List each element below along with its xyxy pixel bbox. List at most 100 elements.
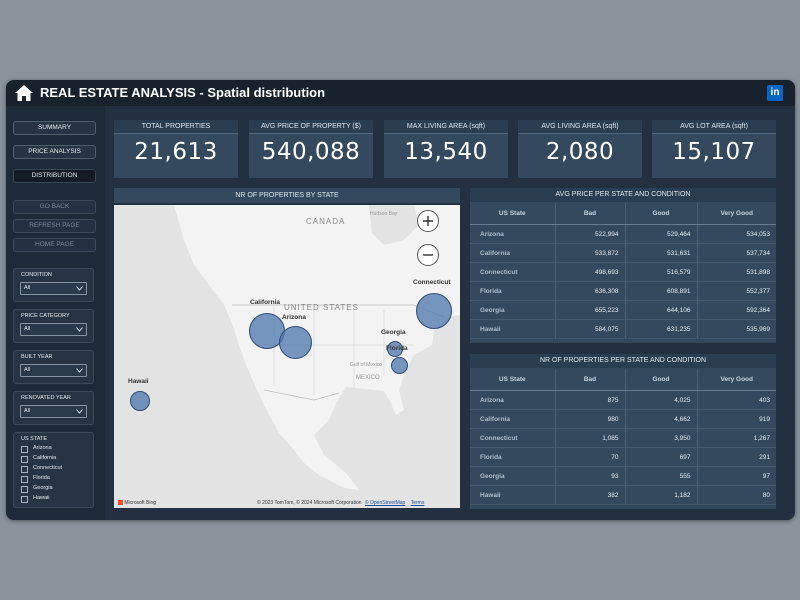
table-cell: 535,969 — [697, 319, 776, 339]
table-cell: California — [470, 409, 556, 429]
table-header-row: US State Bad Good Very Good — [470, 203, 776, 225]
built-year-filter: BUILT YEAR All — [13, 350, 94, 384]
bubble-connecticut[interactable] — [416, 293, 452, 329]
state-option-label: Georgia — [33, 485, 53, 491]
renovated-year-dropdown[interactable]: All — [20, 405, 87, 418]
condition-filter-label: CONDITION — [21, 272, 52, 278]
price-category-filter: PRICE CATEGORY All — [13, 309, 94, 343]
osm-link[interactable]: © OpenStreetMap — [365, 500, 405, 506]
checkbox[interactable] — [21, 466, 28, 473]
table-cell: 97 — [697, 466, 776, 486]
refresh-page-button[interactable]: REFRESH PAGE — [13, 219, 96, 233]
checkbox[interactable] — [21, 476, 28, 483]
table-cell: 697 — [625, 447, 698, 467]
zoom-out-icon — [423, 254, 433, 256]
renovated-year-filter: RENOVATED YEAR All — [13, 391, 94, 425]
florida-label: Florida — [386, 345, 408, 352]
checkbox[interactable] — [21, 486, 28, 493]
sidebar: SUMMARY PRICE ANALYSIS DISTRIBUTION GO B… — [6, 106, 105, 520]
avg-price-table-panel: AVG PRICE PER STATE AND CONDITION US Sta… — [470, 188, 776, 343]
column-header[interactable]: Good — [625, 203, 698, 225]
bing-logo: Microsoft Bing — [118, 500, 156, 506]
built-year-filter-label: BUILT YEAR — [21, 354, 53, 360]
column-header[interactable]: Very Good — [697, 369, 776, 391]
built-year-dropdown-value: All — [24, 367, 31, 373]
price-category-filter-label: PRICE CATEGORY — [21, 313, 70, 319]
price-category-dropdown[interactable]: All — [20, 323, 87, 336]
price-analysis-button[interactable]: PRICE ANALYSIS — [13, 145, 96, 159]
kpi-label: AVG PRICE OF PROPERTY ($) — [249, 120, 373, 134]
count-table-panel: NR OF PROPERTIES PER STATE AND CONDITION… — [470, 354, 776, 509]
mexico-label: MEXICO — [356, 375, 380, 381]
checkbox[interactable] — [21, 496, 28, 503]
hudson-bay-label: Hudson Bay — [370, 211, 398, 217]
kpi-value: 2,080 — [545, 139, 615, 165]
column-header[interactable]: Bad — [555, 369, 626, 391]
table-cell: 552,377 — [697, 281, 776, 301]
column-header[interactable]: Very Good — [697, 203, 776, 225]
connecticut-label: Connecticut — [413, 279, 451, 286]
zoom-in-button[interactable] — [417, 210, 439, 232]
linkedin-icon[interactable]: in — [767, 85, 783, 101]
table-cell: 531,898 — [697, 262, 776, 282]
table-cell: Arizona — [470, 224, 556, 244]
state-option-label: Florida — [33, 475, 50, 481]
chevron-down-icon — [76, 409, 83, 414]
table-cell: Connecticut — [470, 428, 556, 448]
distribution-button[interactable]: DISTRIBUTION — [13, 169, 96, 183]
table-cell: 291 — [697, 447, 776, 467]
table-cell: 608,891 — [625, 281, 698, 301]
kpi-value: 540,088 — [261, 139, 361, 165]
kpi-value: 15,107 — [672, 139, 756, 165]
table-cell: 498,693 — [555, 262, 626, 282]
home-page-button[interactable]: HOME PAGE — [13, 238, 96, 252]
kpi-avg-living-area: AVG LIVING AREA (sqft) 2,080 — [518, 120, 642, 178]
bubble-arizona[interactable] — [279, 326, 312, 359]
arizona-label: Arizona — [282, 314, 306, 321]
table-row: Georgia 93 555 97 — [470, 466, 776, 486]
map[interactable]: CANADA UNITED STATES MEXICO Hudson Bay G… — [114, 205, 460, 508]
terms-link[interactable]: Terms — [411, 500, 425, 506]
column-header[interactable]: Bad — [555, 203, 626, 225]
table-cell: 93 — [555, 466, 626, 486]
home-icon[interactable] — [14, 83, 34, 103]
table-cell: Florida — [470, 447, 556, 467]
chevron-down-icon — [76, 286, 83, 291]
us-state-filter-label: US STATE — [21, 436, 48, 442]
united-states-label: UNITED STATES — [284, 303, 359, 312]
column-header[interactable]: US State — [470, 369, 556, 391]
condition-dropdown-value: All — [24, 285, 31, 291]
table-cell: 1,267 — [697, 428, 776, 448]
table-cell: Hawaii — [470, 319, 556, 339]
table-row: Arizona 522,994 529,464 534,053 — [470, 224, 776, 244]
kpi-value: 21,613 — [134, 139, 218, 165]
column-header[interactable]: US State — [470, 203, 556, 225]
table-cell: 70 — [555, 447, 626, 467]
kpi-value: 13,540 — [404, 139, 488, 165]
column-header[interactable]: Good — [625, 369, 698, 391]
kpi-label: TOTAL PROPERTIES — [114, 120, 238, 134]
bubble-hawaii[interactable] — [130, 391, 150, 411]
bing-text: Microsoft Bing — [124, 500, 157, 506]
built-year-dropdown[interactable]: All — [20, 364, 87, 377]
zoom-out-button[interactable] — [417, 244, 439, 266]
hawaii-label: Hawaii — [128, 378, 149, 385]
table-cell: 80 — [697, 485, 776, 505]
go-back-button[interactable]: GO BACK — [13, 200, 96, 214]
table-cell: Hawaii — [470, 485, 556, 505]
condition-dropdown[interactable]: All — [20, 282, 87, 295]
summary-button[interactable]: SUMMARY — [13, 121, 96, 135]
bubble-florida[interactable] — [391, 357, 408, 374]
canada-label: CANADA — [306, 217, 346, 226]
condition-filter: CONDITION All — [13, 268, 94, 302]
gulf-of-mexico-label: Gulf of Mexico — [350, 362, 382, 368]
table-row: Hawaii 382 1,182 80 — [470, 485, 776, 505]
table-cell: 382 — [555, 485, 626, 505]
renovated-year-filter-label: RENOVATED YEAR — [21, 395, 71, 401]
checkbox[interactable] — [21, 446, 28, 453]
kpi-label: MAX LIVING AREA (sqft) — [384, 120, 508, 134]
map-panel: NR OF PROPERTIES BY STATE CANADA UNITED … — [114, 188, 460, 508]
us-state-filter: US STATE Arizona California Connecticut … — [13, 432, 94, 508]
table-row: Connecticut 1,085 3,950 1,267 — [470, 428, 776, 448]
checkbox[interactable] — [21, 456, 28, 463]
